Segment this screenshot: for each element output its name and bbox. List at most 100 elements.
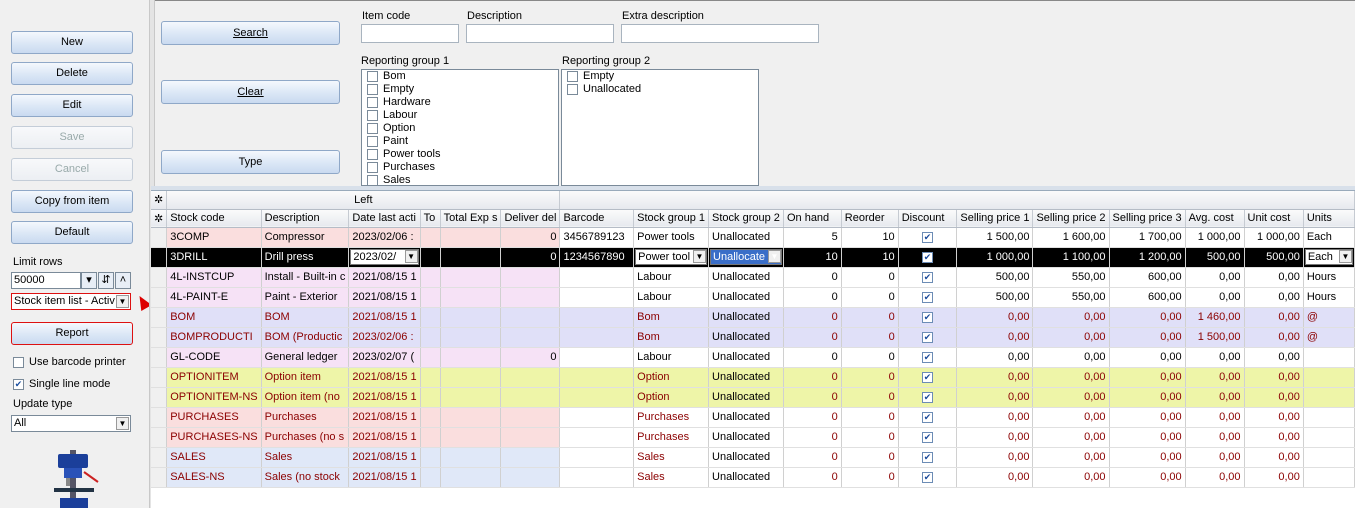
checkbox-unchecked-icon[interactable] (567, 70, 578, 82)
table-cell[interactable] (420, 427, 441, 448)
checkbox-unchecked-icon[interactable] (367, 109, 378, 121)
table-cell[interactable]: 0 (500, 347, 561, 368)
table-cell[interactable]: BOM (166, 307, 262, 328)
column-header[interactable]: Date last acti (348, 209, 421, 228)
table-cell[interactable]: 0,00 (1244, 307, 1304, 328)
table-cell[interactable]: 0,00 (1032, 447, 1110, 468)
row-indicator[interactable] (151, 327, 168, 348)
table-cell[interactable]: Unallocated (708, 387, 784, 408)
table-cell[interactable]: ✔ (898, 447, 958, 468)
list-item[interactable]: Empty (362, 83, 558, 96)
table-cell[interactable]: 2023/02/ ▼ (348, 247, 421, 268)
checkbox-unchecked-icon[interactable] (367, 135, 378, 147)
column-header[interactable]: Selling price 3 (1109, 209, 1186, 228)
reporting-group-1-list[interactable]: Bom Empty Hardware Labour Option Paint Power t… (361, 69, 559, 186)
table-cell[interactable]: 0 (783, 407, 842, 428)
table-cell[interactable]: 0,00 (1109, 447, 1186, 468)
table-cell[interactable] (440, 227, 502, 248)
table-cell[interactable] (420, 327, 441, 348)
table-cell[interactable]: 500,00 (956, 267, 1034, 288)
table-cell[interactable]: 0 (841, 367, 899, 388)
row-indicator[interactable] (151, 407, 168, 428)
checkbox-checked-icon[interactable]: ✔ (922, 432, 934, 443)
row-indicator[interactable] (151, 227, 168, 248)
table-cell[interactable]: 0,00 (1185, 427, 1245, 448)
table-cell[interactable] (420, 347, 441, 368)
table-cell[interactable]: 2021/08/15 1 (348, 427, 421, 448)
table-cell[interactable] (420, 387, 441, 408)
table-cell[interactable]: SALES-NS (166, 467, 262, 488)
table-row[interactable]: PURCHASES Purchases 2021/08/15 1 Purchases U… (151, 407, 1355, 428)
table-cell[interactable] (559, 467, 635, 488)
table-cell[interactable]: ✔ (898, 227, 958, 248)
table-cell[interactable] (440, 267, 502, 288)
table-cell[interactable] (500, 307, 561, 328)
table-cell[interactable] (559, 427, 635, 448)
table-cell[interactable]: 0 (783, 447, 842, 468)
column-header[interactable]: Stock code (166, 209, 262, 228)
checkbox-checked-icon[interactable]: ✔ (922, 252, 934, 263)
checkbox-checked-icon[interactable]: ✔ (922, 352, 934, 363)
table-cell[interactable]: OPTIONITEM (166, 367, 262, 388)
table-cell[interactable]: Bom (633, 307, 710, 328)
table-cell[interactable]: @ (1303, 327, 1355, 348)
table-cell[interactable] (559, 267, 635, 288)
table-cell[interactable]: 1 700,00 (1109, 227, 1186, 248)
table-cell[interactable]: Unallocated (708, 367, 784, 388)
table-row[interactable]: PURCHASES-NS Purchases (no s 2021/08/15 1 P… (151, 427, 1355, 448)
column-header[interactable]: Discount (898, 209, 958, 228)
column-header[interactable]: To (420, 209, 441, 228)
table-row[interactable]: 4L-INSTCUP Install - Built-in c 2021/08/15… (151, 267, 1355, 288)
table-cell[interactable]: Paint - Exterior (261, 287, 350, 308)
table-cell[interactable]: 500,00 (1185, 247, 1245, 268)
table-cell[interactable]: 5 (783, 227, 842, 248)
table-cell[interactable]: SALES (166, 447, 262, 468)
table-cell[interactable]: 0,00 (1109, 347, 1186, 368)
table-cell[interactable]: 550,00 (1032, 267, 1110, 288)
table-cell[interactable]: Purchases (no s (261, 427, 350, 448)
table-cell[interactable]: PURCHASES (166, 407, 262, 428)
column-header[interactable]: Reorder (841, 209, 899, 228)
table-cell[interactable] (440, 427, 502, 448)
table-cell[interactable]: 4L-PAINT-E (166, 287, 262, 308)
table-cell[interactable] (1303, 367, 1355, 388)
limit-rows-spin-down-icon[interactable]: ⇵ (98, 272, 114, 289)
stock-items-grid[interactable]: ✲ Left ✲ Stock code Description Date last a… (151, 190, 1355, 508)
table-cell[interactable]: Bom (633, 327, 710, 348)
table-cell[interactable]: 0,00 (1109, 307, 1186, 328)
column-header[interactable]: On hand (783, 209, 842, 228)
table-cell[interactable] (559, 287, 635, 308)
table-cell[interactable]: GL-CODE (166, 347, 262, 368)
row-indicator[interactable] (151, 287, 168, 308)
table-cell[interactable]: 10 (841, 247, 899, 268)
table-cell[interactable]: ✔ (898, 387, 958, 408)
table-cell[interactable] (440, 447, 502, 468)
table-cell[interactable]: 1234567890 (559, 247, 635, 268)
table-cell[interactable]: 0 (841, 407, 899, 428)
table-cell[interactable]: General ledger (261, 347, 350, 368)
table-cell[interactable] (500, 327, 561, 348)
table-cell[interactable]: 0 (783, 267, 842, 288)
table-cell[interactable]: @ (1303, 307, 1355, 328)
column-header[interactable]: Selling price 1 (956, 209, 1034, 228)
table-cell[interactable]: Unallocated (708, 347, 784, 368)
table-cell[interactable]: 0 (841, 467, 899, 488)
table-cell[interactable] (559, 347, 635, 368)
row-indicator[interactable] (151, 387, 168, 408)
table-cell[interactable]: 0,00 (1032, 427, 1110, 448)
table-cell[interactable]: Labour (633, 347, 710, 368)
limit-rows-spin-up-icon[interactable]: ˄ (115, 272, 131, 289)
table-cell[interactable]: Option item (no (261, 387, 350, 408)
table-cell[interactable]: 0 (841, 307, 899, 328)
table-cell[interactable]: ✔ (898, 467, 958, 488)
row-indicator[interactable] (151, 367, 168, 388)
table-cell[interactable]: 0,00 (1109, 427, 1186, 448)
table-cell[interactable]: 1 460,00 (1185, 307, 1245, 328)
checkbox-checked-icon[interactable]: ✔ (922, 232, 934, 243)
table-cell[interactable]: 0 (783, 467, 842, 488)
list-item[interactable]: Hardware (362, 96, 558, 109)
table-cell[interactable]: Unallocated (708, 427, 784, 448)
list-item[interactable]: Purchases (362, 161, 558, 174)
description-input[interactable] (466, 24, 614, 43)
table-cell[interactable]: 0 (783, 287, 842, 308)
